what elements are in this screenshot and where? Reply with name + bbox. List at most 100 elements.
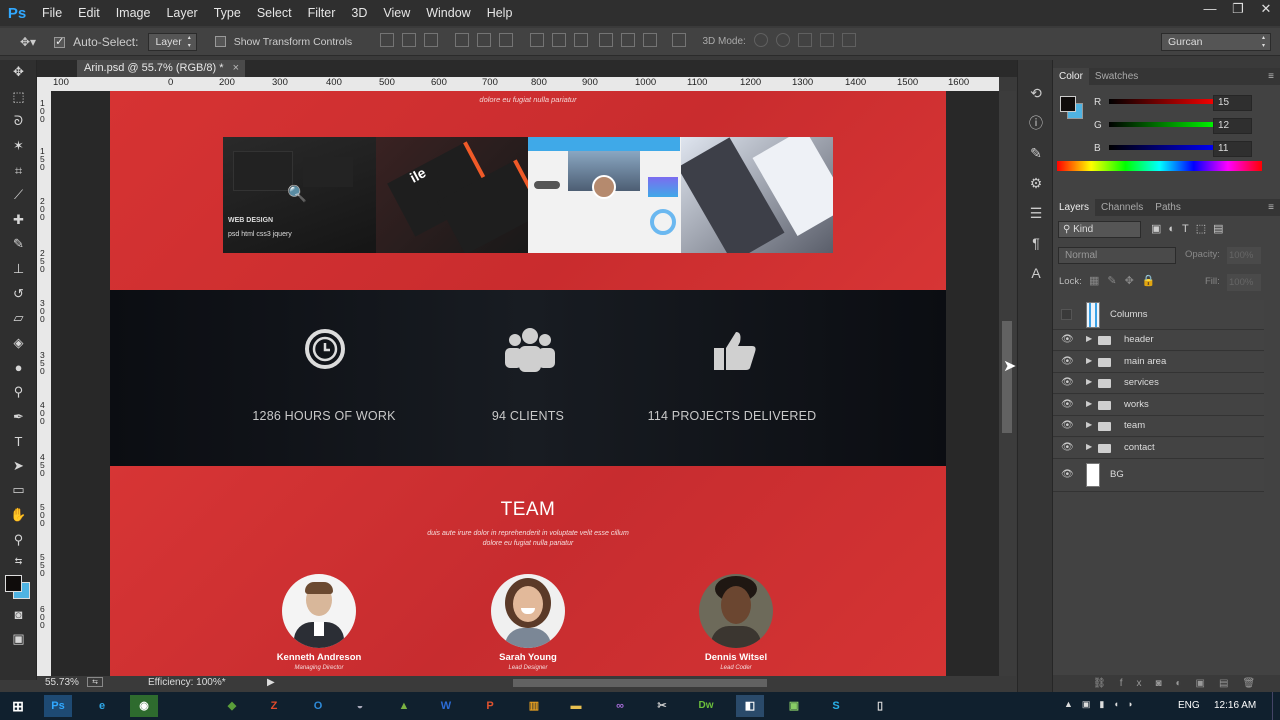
screen-mode-icon[interactable]: ▣ xyxy=(0,626,37,651)
system-tray-icons[interactable]: ▲▣▮◖◗ xyxy=(1064,699,1142,710)
menu-image[interactable]: Image xyxy=(108,0,159,26)
color-swatches[interactable] xyxy=(0,572,36,602)
3d-rotate-icon[interactable] xyxy=(753,33,768,47)
distribute-top-icon[interactable] xyxy=(530,33,545,47)
type-tool-icon[interactable]: T xyxy=(0,429,37,454)
eraser-tool-icon[interactable]: ▱ xyxy=(0,306,37,331)
tab-layers[interactable]: Layers xyxy=(1053,199,1096,216)
canvas-area[interactable]: dolore eu fugiat nulla pariatur 🔍 WEB DE… xyxy=(51,91,999,676)
align-top-icon[interactable] xyxy=(380,33,395,47)
rectangle-tool-icon[interactable]: ▭ xyxy=(0,478,37,503)
eye-icon[interactable]: 👁 xyxy=(1061,377,1074,388)
taskbar-app8-icon[interactable]: ▯ xyxy=(866,695,894,717)
zoom-tool-icon[interactable]: ⚲ xyxy=(0,527,37,552)
3d-slide-icon[interactable] xyxy=(819,33,834,47)
paragraph-panel-icon[interactable]: ¶ xyxy=(1018,228,1054,258)
expand-arrow-icon[interactable]: ▶ xyxy=(1086,356,1092,365)
brush-tool-icon[interactable]: ✎ xyxy=(0,232,37,257)
document-canvas[interactable]: dolore eu fugiat nulla pariatur 🔍 WEB DE… xyxy=(110,91,946,676)
menu-select[interactable]: Select xyxy=(249,0,300,26)
tool-presets-icon[interactable]: ⚙ xyxy=(1018,168,1054,198)
history-brush-tool-icon[interactable]: ↺ xyxy=(0,281,37,306)
show-transform-checkbox[interactable]: Show Transform Controls xyxy=(214,36,356,48)
quick-mask-icon[interactable]: ◙ xyxy=(0,602,37,627)
windows-start-icon[interactable]: ⊞ xyxy=(4,695,32,717)
clone-stamp-tool-icon[interactable]: ⊥ xyxy=(0,257,37,282)
auto-select-dropdown[interactable]: Layer xyxy=(148,32,197,51)
menu-window[interactable]: Window xyxy=(418,0,478,26)
close-window-button[interactable]: ✕ xyxy=(1252,0,1280,20)
distribute-vcenter-icon[interactable] xyxy=(552,33,567,47)
menu-file[interactable]: File xyxy=(34,0,70,26)
expand-arrow-icon[interactable]: ▶ xyxy=(1086,334,1092,343)
magic-wand-tool-icon[interactable]: ✶ xyxy=(0,134,37,159)
r-slider[interactable]: R 15 xyxy=(1053,95,1280,117)
3d-roll-icon[interactable] xyxy=(775,33,790,47)
dodge-tool-icon[interactable]: ⚲ xyxy=(0,380,37,405)
move-tool-icon[interactable]: ✥ xyxy=(0,60,37,85)
taskbar-app7-icon[interactable]: ▣ xyxy=(780,695,808,717)
marquee-tool-icon[interactable]: ⬚ xyxy=(0,85,37,110)
layer-row[interactable]: 👁 BG xyxy=(1053,459,1264,492)
clock[interactable]: 12:16 AM xyxy=(1214,700,1256,711)
eye-icon[interactable]: 👁 xyxy=(1061,420,1074,431)
blur-tool-icon[interactable]: ● xyxy=(0,355,37,380)
taskbar-app3-icon[interactable]: ▲ xyxy=(390,695,418,717)
taskbar-dreamweaver-icon[interactable]: Dw xyxy=(692,695,720,717)
eye-icon[interactable]: 👁 xyxy=(1061,469,1074,480)
expand-arrow-icon[interactable]: ▶ xyxy=(1086,420,1092,429)
opacity-value[interactable]: 100% xyxy=(1227,247,1261,264)
taskbar-photoshop-icon[interactable]: Ps xyxy=(44,695,72,717)
r-value[interactable]: 15 xyxy=(1213,95,1252,111)
distribute-right-icon[interactable] xyxy=(643,33,658,47)
pen-tool-icon[interactable]: ✒ xyxy=(0,404,37,429)
auto-align-icon[interactable] xyxy=(672,33,687,47)
taskbar-app2-icon[interactable]: ◒ xyxy=(346,695,374,717)
eye-icon[interactable]: 👁 xyxy=(1061,399,1074,410)
menu-layer[interactable]: Layer xyxy=(158,0,205,26)
eye-icon[interactable]: 👁 xyxy=(1061,356,1074,367)
crop-tool-icon[interactable]: ⌗ xyxy=(0,158,37,183)
healing-brush-tool-icon[interactable]: ✚ xyxy=(0,208,37,233)
status-menu-arrow-icon[interactable]: ▶ xyxy=(267,677,275,688)
layer-filter-icons[interactable]: ▣◐T⬚▤ xyxy=(1151,222,1231,235)
expand-arrow-icon[interactable]: ▶ xyxy=(1086,377,1092,386)
g-value[interactable]: 12 xyxy=(1213,118,1252,134)
hand-tool-icon[interactable]: ✋ xyxy=(0,503,37,528)
minimize-button[interactable]: — xyxy=(1196,0,1224,20)
panel-menu-icon[interactable]: ≡ xyxy=(1268,202,1274,213)
layer-row[interactable]: Columns xyxy=(1053,300,1264,330)
taskbar-outlook-icon[interactable]: O xyxy=(304,695,332,717)
maximize-button[interactable]: ❐ xyxy=(1224,0,1252,20)
swap-colors-icon[interactable]: ⇆ xyxy=(0,552,37,572)
language-indicator[interactable]: ENG xyxy=(1178,700,1200,711)
vertical-scrollbar[interactable] xyxy=(999,91,1016,676)
align-right-icon[interactable] xyxy=(499,33,514,47)
zoom-level[interactable]: 55.73% xyxy=(45,677,79,688)
align-vcenter-icon[interactable] xyxy=(402,33,417,47)
taskbar-visual-studio-icon[interactable]: ∞ xyxy=(606,695,634,717)
taskbar-filezilla-icon[interactable]: Z xyxy=(260,695,288,717)
expand-arrow-icon[interactable]: ▶ xyxy=(1086,399,1092,408)
taskbar-ie-icon[interactable]: e xyxy=(88,695,116,717)
align-bottom-icon[interactable] xyxy=(424,33,439,47)
blend-mode-dropdown[interactable]: Normal xyxy=(1058,247,1176,264)
taskbar-app6-icon[interactable]: ◧ xyxy=(736,695,764,717)
b-value[interactable]: 11 xyxy=(1213,141,1252,157)
distribute-left-icon[interactable] xyxy=(599,33,614,47)
layer-row[interactable]: 👁 ▶ contact xyxy=(1053,437,1264,459)
menu-edit[interactable]: Edit xyxy=(70,0,108,26)
adjustments-icon[interactable]: ☰ xyxy=(1018,198,1054,228)
layer-row[interactable]: 👁 ▶ works xyxy=(1053,394,1264,416)
tab-channels[interactable]: Channels xyxy=(1095,199,1149,216)
share-icon[interactable]: ⇆ xyxy=(87,677,103,687)
taskbar-app4-icon[interactable]: ▥ xyxy=(520,695,548,717)
eye-icon[interactable]: 👁 xyxy=(1061,442,1074,453)
foreground-color-swatch[interactable] xyxy=(5,574,22,592)
character-panel-icon[interactable]: A xyxy=(1018,258,1054,288)
path-selection-tool-icon[interactable]: ➤ xyxy=(0,454,37,479)
document-tab[interactable]: Arin.psd @ 55.7% (RGB/8) * × xyxy=(77,60,245,77)
filter-kind-dropdown[interactable]: ⚲ Kind xyxy=(1058,221,1141,238)
layer-row[interactable]: 👁 ▶ header xyxy=(1053,330,1264,351)
menu-view[interactable]: View xyxy=(375,0,418,26)
